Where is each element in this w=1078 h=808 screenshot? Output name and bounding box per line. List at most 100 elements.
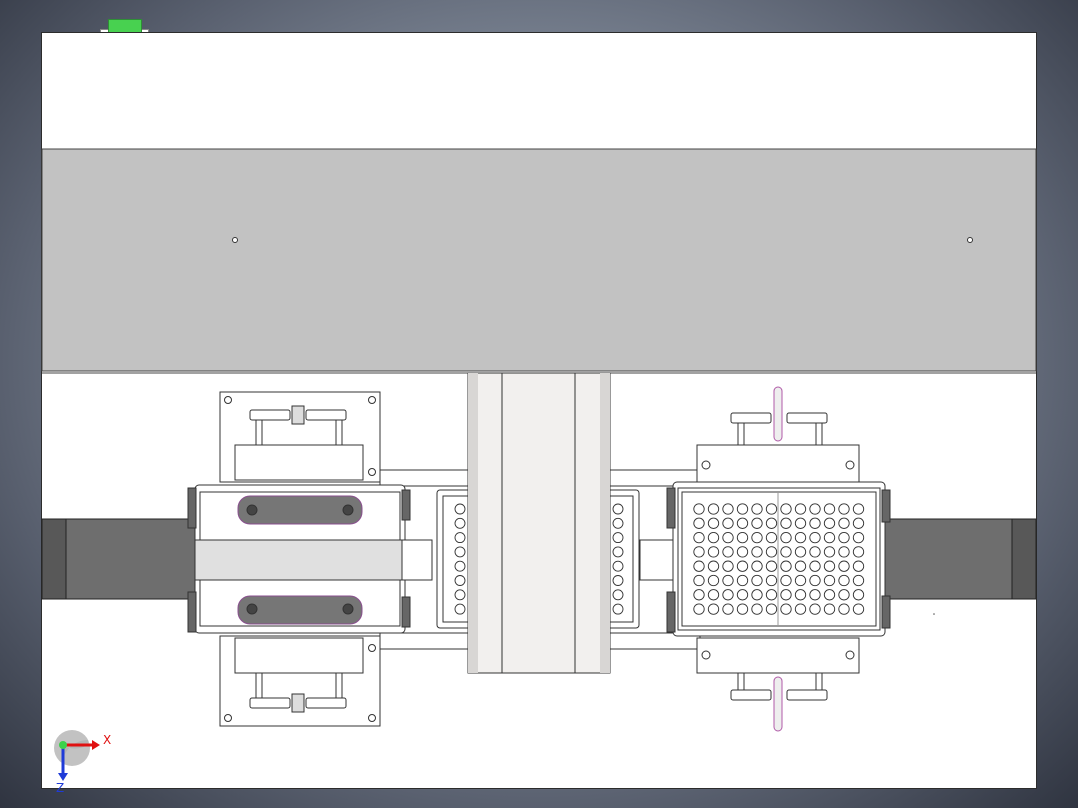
middle-spacer	[639, 539, 675, 581]
well	[612, 575, 624, 586]
well	[780, 546, 792, 558]
well	[693, 531, 705, 544]
well	[722, 517, 734, 529]
well	[852, 546, 865, 558]
well	[794, 589, 807, 601]
well	[823, 603, 836, 615]
well	[454, 546, 466, 558]
right-conveyor[interactable]	[879, 518, 1037, 600]
well	[852, 589, 865, 601]
well	[852, 574, 865, 587]
well	[612, 546, 624, 558]
well	[823, 589, 836, 601]
x-axis-label: X	[103, 733, 111, 747]
well	[780, 517, 792, 529]
well	[794, 560, 807, 572]
well	[794, 546, 807, 558]
left-conveyor[interactable]	[41, 518, 198, 600]
well	[751, 546, 763, 558]
well	[736, 574, 749, 587]
well	[693, 560, 705, 572]
well	[838, 603, 850, 615]
well	[780, 603, 792, 615]
center-pillar[interactable]	[467, 372, 611, 674]
well	[765, 574, 778, 587]
well	[693, 546, 705, 558]
well	[454, 503, 466, 515]
well	[823, 560, 836, 572]
well	[838, 517, 850, 529]
well	[809, 503, 821, 515]
well	[612, 532, 624, 544]
well	[736, 603, 749, 615]
well	[612, 503, 624, 515]
well	[751, 517, 763, 529]
well	[751, 531, 763, 544]
well	[707, 531, 720, 544]
well	[794, 531, 807, 544]
well	[809, 603, 821, 615]
well	[693, 503, 705, 515]
z-axis-label: Z	[56, 781, 64, 795]
well	[794, 574, 807, 587]
well	[780, 503, 792, 515]
well	[693, 603, 705, 615]
well	[612, 603, 624, 615]
well	[751, 589, 763, 601]
well	[823, 574, 836, 587]
well	[751, 574, 763, 587]
well	[751, 603, 763, 615]
well	[838, 574, 850, 587]
well	[780, 531, 792, 544]
well	[454, 603, 466, 615]
right-plate-assembly[interactable]	[666, 386, 891, 732]
well	[707, 517, 720, 529]
well	[780, 560, 792, 572]
well	[809, 531, 821, 544]
well	[722, 574, 734, 587]
well	[722, 603, 734, 615]
well	[765, 603, 778, 615]
left-gripper-assembly[interactable]	[187, 391, 433, 727]
top-plate[interactable]	[41, 148, 1037, 372]
well	[736, 589, 749, 601]
well	[809, 589, 821, 601]
well	[838, 589, 850, 601]
well	[838, 503, 850, 515]
well	[780, 574, 792, 587]
well	[838, 560, 850, 572]
well	[823, 546, 836, 558]
well	[736, 517, 749, 529]
well	[852, 603, 865, 615]
well	[838, 546, 850, 558]
well	[780, 589, 792, 601]
well	[765, 589, 778, 601]
well	[823, 503, 836, 515]
well	[838, 531, 850, 544]
mount-hole-left	[232, 237, 238, 243]
well	[794, 603, 807, 615]
well	[823, 531, 836, 544]
well	[454, 532, 466, 544]
well	[454, 589, 466, 601]
well	[722, 546, 734, 558]
well	[693, 589, 705, 601]
well	[612, 589, 624, 601]
well	[612, 560, 624, 572]
well	[707, 546, 720, 558]
well	[765, 517, 778, 529]
well	[454, 560, 466, 572]
well	[852, 503, 865, 515]
well	[612, 517, 624, 529]
well	[809, 574, 821, 587]
coordinate-triad-icon: X Z	[54, 730, 111, 795]
stray-point	[933, 613, 935, 615]
well	[751, 503, 763, 515]
well	[736, 503, 749, 515]
cad-model-drawing[interactable]: X Z	[0, 0, 1078, 808]
well	[707, 603, 720, 615]
graphics-viewport[interactable]: X Z	[0, 0, 1078, 808]
well	[809, 560, 821, 572]
well	[852, 560, 865, 572]
well	[707, 589, 720, 601]
